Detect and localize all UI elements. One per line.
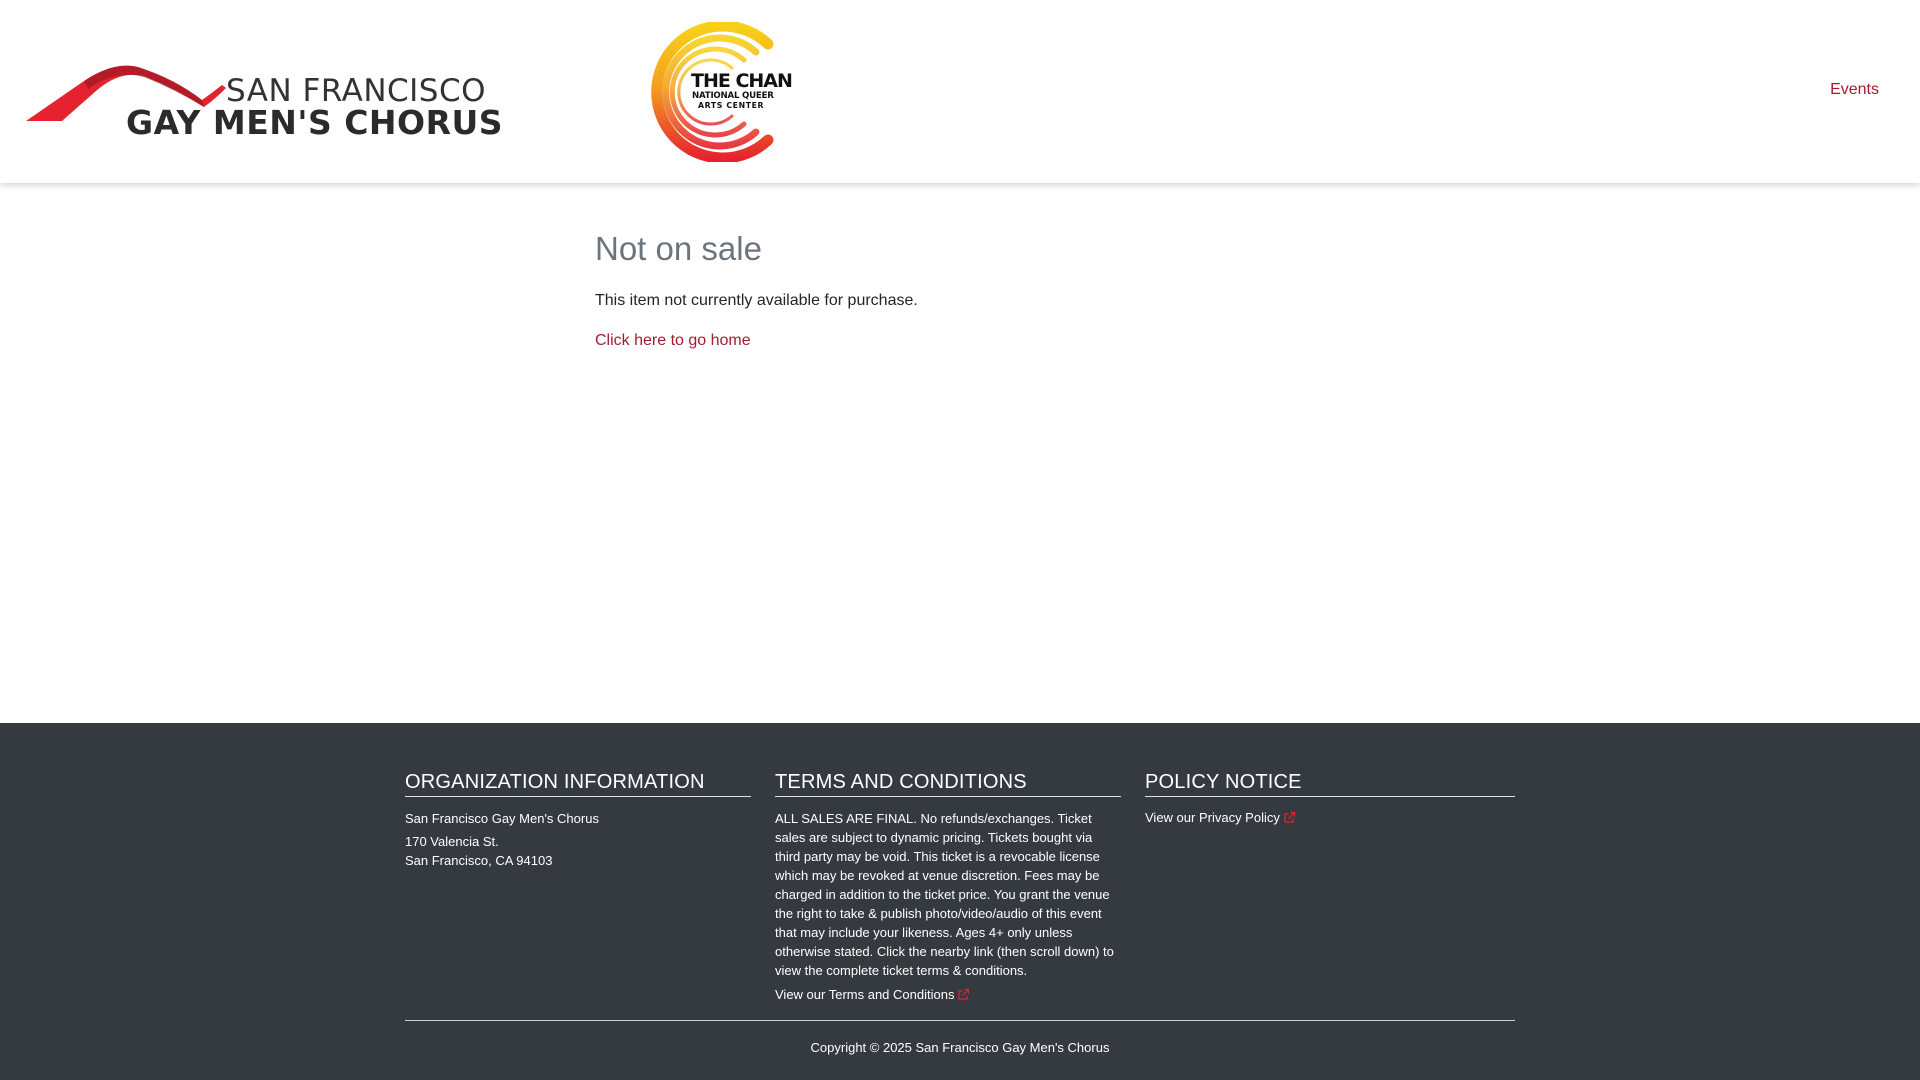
chan-logo-line-3: ARTS CENTER [698,101,765,110]
org-name: San Francisco Gay Men's Chorus [405,811,599,826]
logo-line-2: GAY MEN'S CHORUS [126,103,504,142]
terms-section: TERMS AND CONDITIONS ALL SALES ARE FINAL… [775,771,1121,1004]
external-link-icon [957,988,970,1004]
org-info-section: ORGANIZATION INFORMATION San Francisco G… [405,771,751,870]
terms-heading: TERMS AND CONDITIONS [775,771,1121,797]
sfgmc-logo[interactable]: SAN FRANCISCO GAY MEN'S CHORUS [26,45,503,142]
chan-logo-line-1: THE CHAN [691,70,793,92]
terms-body: ALL SALES ARE FINAL. No refunds/exchange… [775,811,1114,978]
not-available-message: This item not currently available for pu… [595,292,918,309]
org-info-heading: ORGANIZATION INFORMATION [405,771,751,797]
privacy-policy-link[interactable]: View our Privacy Policy [1145,810,1296,825]
footer-divider [405,1020,1515,1021]
chan-center-logo[interactable]: THE CHAN NATIONAL QUEER ARTS CENTER [640,22,793,162]
terms-link-label: View our Terms and Conditions [775,987,955,1002]
copyright-text: Copyright © 2025 San Francisco Gay Men's… [810,1040,1110,1055]
site-header: SAN FRANCISCO GAY MEN'S CHORUS THE CHAN … [0,0,1920,183]
chan-logo-line-2: NATIONAL QUEER [692,91,774,101]
org-address-line-1: 170 Valencia St. [405,834,499,849]
page-title: Not on sale [595,230,762,267]
policy-section: POLICY NOTICE View our Privacy Policy [1145,771,1515,827]
nav-events-link[interactable]: Events [1830,81,1879,99]
site-footer: ORGANIZATION INFORMATION San Francisco G… [0,723,1920,1080]
external-link-icon [1283,811,1296,827]
main-content: Not on sale This item not currently avai… [595,230,1395,350]
terms-link[interactable]: View our Terms and Conditions [775,987,970,1002]
go-home-link[interactable]: Click here to go home [595,332,751,349]
policy-heading: POLICY NOTICE [1145,771,1515,797]
org-address-line-2: San Francisco, CA 94103 [405,853,553,868]
privacy-link-label: View our Privacy Policy [1145,810,1280,825]
